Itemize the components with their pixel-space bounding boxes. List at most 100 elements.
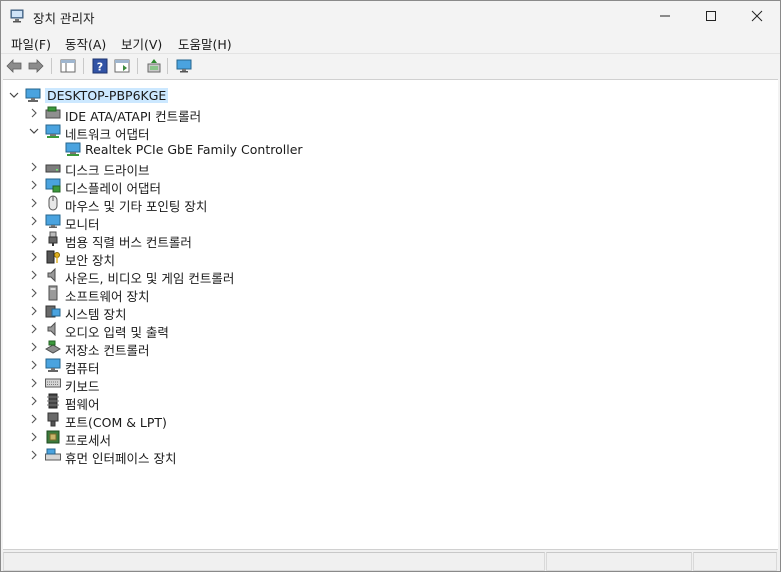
show-hide-tree-button[interactable] [59, 57, 77, 75]
expand-chevron-icon[interactable] [29, 378, 39, 388]
expand-chevron-icon[interactable] [29, 252, 39, 262]
tree-device-realtek[interactable]: Realtek PCIe GbE Family Controller [3, 140, 703, 158]
expand-chevron-icon[interactable] [29, 270, 39, 280]
expand-chevron-icon[interactable] [29, 324, 39, 334]
tree-category-sound[interactable]: 사운드, 비디오 및 게임 컨트롤러 [3, 266, 703, 286]
security-device-icon [46, 250, 60, 264]
audio-io-icon [47, 321, 56, 337]
system-device-icon [45, 305, 61, 318]
collapse-chevron-icon[interactable] [9, 90, 19, 100]
minimize-button[interactable] [642, 1, 688, 31]
mouse-icon [48, 195, 58, 211]
expand-chevron-icon[interactable] [29, 396, 39, 406]
computer-icon [25, 88, 41, 102]
expand-chevron-icon[interactable] [29, 342, 39, 352]
firmware-icon [47, 393, 59, 409]
maximize-button[interactable] [688, 1, 734, 31]
hid-icon [45, 448, 61, 461]
forward-icon [28, 59, 44, 73]
status-cell [693, 552, 777, 571]
tree-category-storage[interactable]: 저장소 컨트롤러 [3, 338, 703, 358]
back-button[interactable] [5, 57, 23, 75]
expand-chevron-icon[interactable] [29, 306, 39, 316]
display-adapter-icon [45, 178, 61, 193]
help-button[interactable]: ? [91, 57, 109, 75]
menu-help[interactable]: 도움말(H) [178, 34, 232, 53]
collapse-chevron-icon[interactable] [29, 126, 39, 136]
tree-category-audio-io[interactable]: 오디오 입력 및 출력 [3, 320, 703, 340]
tree-category-display[interactable]: 디스플레이 어댑터 [3, 176, 703, 196]
tree-category-computer[interactable]: 컴퓨터 [3, 356, 703, 376]
device-tree[interactable]: DESKTOP-PBP6KGE IDE ATA/ATAPI 컨트롤러 네트워크 … [3, 79, 778, 550]
tree-root[interactable]: DESKTOP-PBP6KGE [3, 86, 703, 104]
menu-action[interactable]: 동작(A) [65, 34, 106, 53]
tree-root-label: DESKTOP-PBP6KGE [45, 88, 169, 103]
title-bar[interactable]: 장치 관리자 [1, 1, 780, 31]
expand-chevron-icon[interactable] [29, 450, 39, 460]
processor-icon [46, 430, 60, 444]
tree-category-monitor[interactable]: 모니터 [3, 212, 703, 232]
tree-category-system[interactable]: 시스템 장치 [3, 302, 703, 322]
tree-category-usb[interactable]: 범용 직렬 버스 컨트롤러 [3, 230, 703, 250]
expand-chevron-icon[interactable] [29, 288, 39, 298]
close-button[interactable] [734, 1, 780, 31]
expand-chevron-icon[interactable] [29, 216, 39, 226]
expand-chevron-icon[interactable] [29, 180, 39, 190]
monitor-icon [45, 214, 61, 228]
speaker-icon [47, 267, 56, 283]
back-icon [6, 59, 22, 73]
device-manager-window: 장치 관리자 파일(F) 동작(A) 보기(V) 도움말(H) ? DESKTO… [0, 0, 781, 572]
expand-chevron-icon[interactable] [29, 108, 39, 118]
expand-chevron-icon[interactable] [29, 198, 39, 208]
device-label: Realtek PCIe GbE Family Controller [85, 142, 303, 157]
status-bar [1, 550, 780, 571]
window-title: 장치 관리자 [33, 11, 95, 26]
expand-chevron-icon[interactable] [29, 234, 39, 244]
keyboard-icon [45, 378, 61, 388]
maximize-icon [706, 11, 716, 21]
properties-icon [114, 59, 130, 73]
tree-category-processor[interactable]: 프로세서 [3, 428, 703, 448]
tree-category-network[interactable]: 네트워크 어댑터 [3, 122, 703, 142]
tree-category-firmware[interactable]: 펌웨어 [3, 392, 703, 412]
toolbar: ? [1, 54, 780, 78]
status-cell [3, 552, 545, 571]
usb-icon [48, 231, 58, 246]
toolbar-separator [51, 58, 52, 74]
ide-controller-icon [45, 106, 61, 119]
expand-chevron-icon[interactable] [29, 414, 39, 424]
menu-bar: 파일(F) 동작(A) 보기(V) 도움말(H) [1, 31, 780, 53]
close-icon [751, 10, 763, 22]
show-hide-tree-icon [60, 59, 76, 73]
tree-category-software[interactable]: 소프트웨어 장치 [3, 284, 703, 304]
device-manager-app-icon [10, 9, 24, 23]
software-device-icon [48, 285, 58, 301]
tree-category-mouse[interactable]: 마우스 및 기타 포인팅 장치 [3, 194, 703, 214]
tree-category-ports[interactable]: 포트(COM & LPT) [3, 410, 703, 430]
expand-chevron-icon[interactable] [29, 360, 39, 370]
tree-category-ide[interactable]: IDE ATA/ATAPI 컨트롤러 [3, 104, 703, 124]
menu-file[interactable]: 파일(F) [11, 34, 51, 53]
status-cell [546, 552, 692, 571]
tree-category-hid[interactable]: 휴먼 인터페이스 장치 [3, 446, 703, 466]
svg-text:?: ? [97, 61, 103, 74]
tree-category-security[interactable]: 보안 장치 [3, 248, 703, 268]
port-icon [47, 412, 59, 427]
forward-button[interactable] [27, 57, 45, 75]
network-adapter-icon [65, 142, 81, 156]
properties-button[interactable] [113, 57, 131, 75]
menu-view[interactable]: 보기(V) [121, 34, 162, 53]
toolbar-separator [137, 58, 138, 74]
update-driver-icon [147, 59, 161, 73]
update-driver-button[interactable] [145, 57, 163, 75]
help-icon: ? [92, 58, 108, 74]
tree-category-disk[interactable]: 디스크 드라이브 [3, 158, 703, 178]
scan-hardware-button[interactable] [175, 57, 193, 75]
tree-category-keyboard[interactable]: 키보드 [3, 374, 703, 394]
network-adapter-icon [45, 124, 61, 138]
expand-chevron-icon[interactable] [29, 162, 39, 172]
toolbar-separator [167, 58, 168, 74]
expand-chevron-icon[interactable] [29, 432, 39, 442]
computer-icon [45, 358, 61, 372]
category-label: 휴먼 인터페이스 장치 [65, 451, 177, 466]
